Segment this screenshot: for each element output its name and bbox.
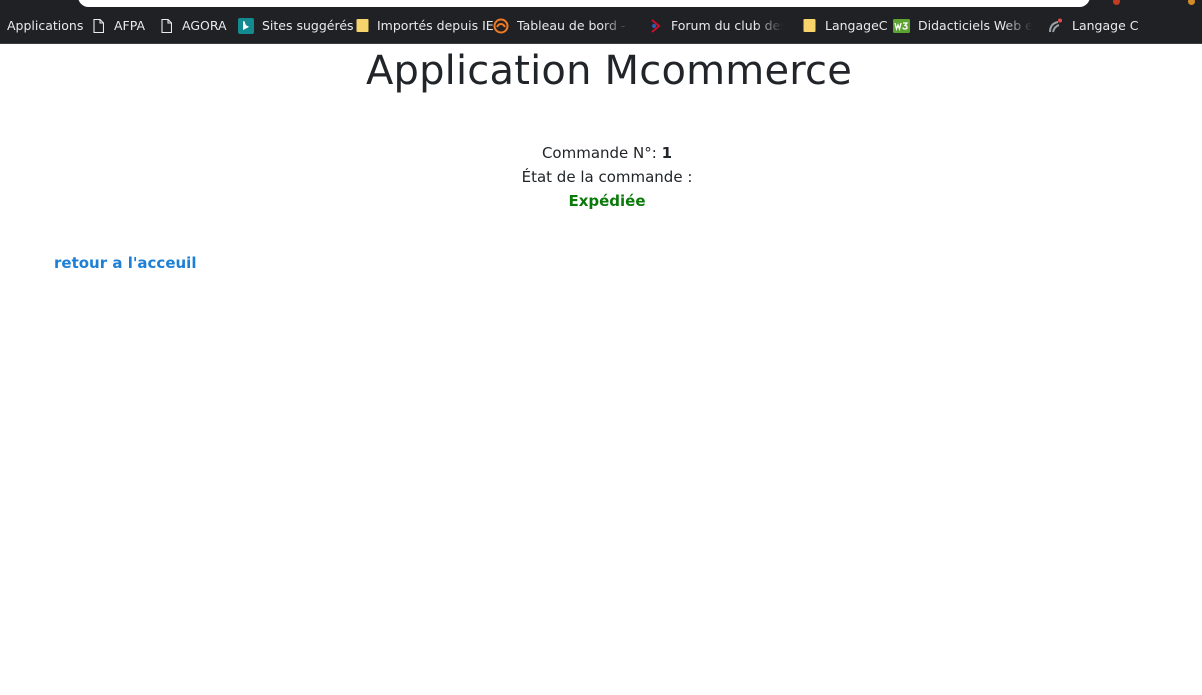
page-icon [91,18,105,34]
folder-icon [355,18,369,34]
order-number-line: Commande N°: 1 [0,141,1202,165]
bookmark-label: AFPA [114,18,146,33]
order-status-value: Expédiée [568,192,646,210]
bookmark-afpa[interactable]: AFPA [91,8,145,43]
order-number-value: 1 [661,144,673,162]
bookmark-label: Langage C [1072,18,1139,33]
bookmark-label: Importés depuis IE [377,18,494,33]
bookmark-label: LangageC [825,18,888,33]
bookmark-label: Sites suggérés [262,18,354,33]
developpez-icon [648,18,664,34]
bookmark-didacticiels[interactable]: Didacticiels Web en li [893,8,1032,43]
bookmark-langage-c[interactable]: Langage C [1047,8,1138,43]
bookmark-sites-suggeres[interactable]: Sites suggérés [238,8,354,43]
extension-icon[interactable] [1113,0,1120,5]
order-number-label: Commande N°: [541,144,657,162]
address-bar[interactable] [78,0,1090,7]
bookmark-importes-ie[interactable]: Importés depuis IE [355,8,494,43]
bookmark-agora[interactable]: AGORA [159,8,227,43]
w3-icon [893,18,910,34]
home-link[interactable]: retour a l'acceuil [54,254,196,272]
moodle-icon [493,18,509,34]
bookmark-label: Didacticiels Web en li [918,18,1032,33]
bookmark-label: Tableau de bord - Op [517,18,629,33]
page-icon [159,18,173,34]
page-title: Application Mcommerce [365,48,853,94]
bookmarks-bar: Applications AFPA AGORA Sites suggérés I… [0,8,1202,44]
folder-icon [802,18,816,34]
page-content: Application Mcommerce Commande N°: 1 Éta… [0,44,1202,695]
bookmark-tableau-de-bord[interactable]: Tableau de bord - Op [493,8,629,43]
bookmark-forum-club[interactable]: Forum du club des dé [648,8,783,43]
bookmark-label: Applications [7,18,84,33]
bookmark-label: Forum du club des dé [671,18,783,33]
browser-toolbar [0,0,1202,8]
profile-icon[interactable] [1188,0,1195,5]
bing-icon [238,17,254,34]
order-status-label: État de la commande : [521,168,693,186]
bookmark-label: AGORA [182,18,227,33]
openclassrooms-icon [1047,18,1064,34]
bookmark-applications[interactable]: Applications [7,8,83,43]
order-info: Commande N°: 1 État de la commande : Exp… [0,141,1202,213]
bookmark-langagec[interactable]: LangageC [802,8,888,43]
